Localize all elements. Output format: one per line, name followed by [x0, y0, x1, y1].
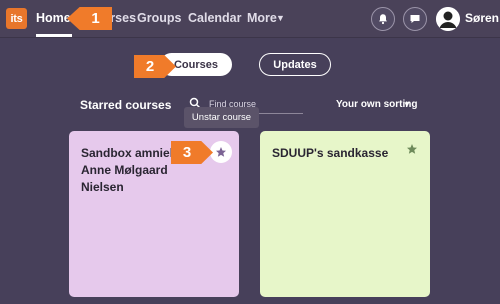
nav-calendar[interactable]: Calendar [188, 11, 242, 25]
avatar[interactable] [436, 7, 460, 31]
messages-button[interactable] [403, 7, 427, 31]
nav-groups[interactable]: Groups [137, 11, 181, 25]
user-name[interactable]: Søren [465, 11, 499, 25]
section-title: Starred courses [80, 98, 172, 112]
course-card[interactable]: Sandbox amnielse Anne Mølgaard Nielsen [69, 131, 239, 297]
star-icon [216, 147, 226, 157]
course-card[interactable]: SDUUP's sandkasse [260, 131, 430, 297]
course-title[interactable]: SDUUP's sandkasse [272, 145, 402, 162]
caret-down-icon[interactable]: ▼ [276, 13, 285, 23]
caret-down-icon[interactable]: ▼ [403, 100, 411, 109]
nav-home[interactable]: Home [36, 11, 71, 25]
updates-toggle-button[interactable]: Updates [259, 53, 331, 76]
its-logo[interactable]: its [6, 8, 27, 29]
chat-icon [410, 15, 420, 23]
bell-icon [379, 14, 387, 25]
nav-home-active-indicator [36, 34, 72, 37]
unstar-button[interactable] [210, 141, 232, 163]
user-silhouette-icon [436, 7, 460, 31]
nav-more[interactable]: More [247, 11, 277, 25]
tooltip: Unstar course [184, 107, 259, 128]
star-icon[interactable] [406, 143, 418, 155]
notifications-button[interactable] [371, 7, 395, 31]
